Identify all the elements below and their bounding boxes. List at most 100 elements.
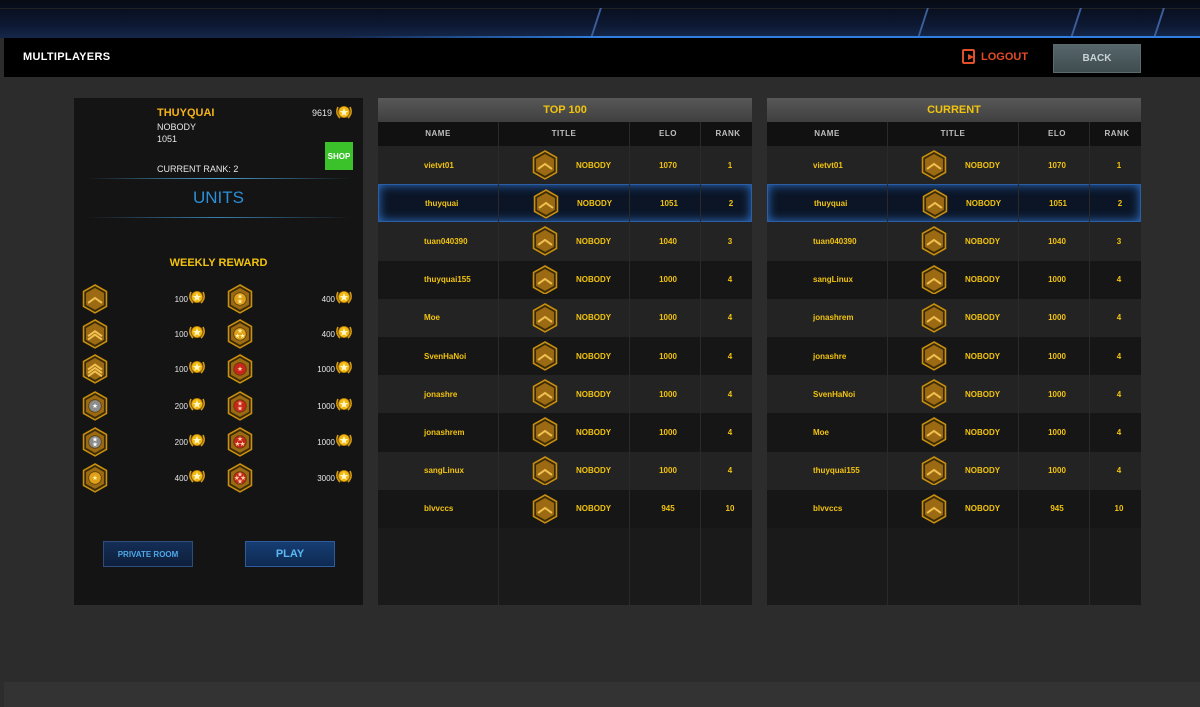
table-row[interactable]: Moe NOBODY 1000 4 [767,413,1141,452]
table-row[interactable]: jonashre NOBODY 1000 4 [767,336,1141,376]
column-header: NAME TITLE ELO RANK [378,122,752,146]
logout-icon [962,49,975,64]
coin-icon [188,359,206,380]
coin-icon [335,468,353,489]
title-cell: NOBODY [965,504,1001,514]
shop-button[interactable]: SHOP [325,142,353,170]
logout-button[interactable]: LOGOUT [962,49,1028,64]
table-row[interactable]: thuyquai NOBODY 1051 2 [378,184,752,223]
player-name-cell: SvenHaNoi [424,351,467,361]
player-name-cell: thuyquai [425,198,459,208]
table-row[interactable]: sangLinux NOBODY 1000 4 [767,260,1141,299]
table-row[interactable]: thuyquai155 NOBODY 1000 4 [767,451,1141,490]
elo-cell: 1000 [1048,275,1066,285]
player-name-cell: sangLinux [424,466,465,476]
title-cell: NOBODY [576,504,612,514]
elo-cell: 1040 [1048,236,1066,246]
banner-slash [590,8,602,38]
reward-rank-badge-icon [227,463,253,493]
top100-rows: vietvt01 NOBODY 1070 1 thuyquai NOBODY 1051 2 tu… [378,146,752,528]
elo-cell: 1070 [659,160,677,170]
rank-cell: 2 [728,198,734,208]
elo-cell: 1000 [1048,466,1066,476]
units-heading: UNITS [193,188,244,207]
elo-cell: 1000 [1048,351,1066,361]
reward-rank-badge-icon [227,284,253,314]
player-name-cell: tuan040390 [813,236,857,246]
coin-icon [335,432,353,453]
reward-value: 200 [164,396,206,417]
back-button[interactable]: BACK [1053,44,1141,73]
column-header: NAME TITLE ELO RANK [767,122,1141,146]
elo-cell: 1000 [659,275,677,285]
rank-badge-icon [921,150,947,185]
table-row[interactable]: vietvt01 NOBODY 1070 1 [378,146,752,185]
column-divider [498,122,499,605]
reward-value: 1000 [306,396,353,417]
reward-rank-badge-icon [227,427,253,457]
title-cell: NOBODY [576,313,612,323]
table-row[interactable]: blvvccs NOBODY 945 10 [378,489,752,529]
elo-cell: 945 [1050,504,1064,514]
title-cell: NOBODY [576,427,612,437]
table-row[interactable]: SvenHaNoi NOBODY 1000 4 [378,336,752,376]
table-row[interactable]: jonashrem NOBODY 1000 4 [378,413,752,452]
current-rows: vietvt01 NOBODY 1070 1 thuyquai NOBODY 1051 2 tu… [767,146,1141,528]
table-row[interactable]: thuyquai NOBODY 1051 2 [767,184,1141,224]
reward-amount: 200 [174,438,188,447]
divider [86,178,351,179]
rank-cell: 4 [727,351,733,361]
rank-cell: 10 [1114,504,1124,514]
reward-amount: 3000 [317,474,335,483]
private-room-button[interactable]: PRIVATE ROOM [103,541,193,567]
title-cell: NOBODY [965,160,1001,170]
coin-icon [335,396,353,417]
table-row[interactable]: sangLinux NOBODY 1000 4 [378,451,752,490]
player-name-cell: tuan040390 [424,236,468,246]
coin-icon [335,104,353,122]
reward-rank-badge-icon [227,354,253,384]
rank-cell: 4 [1116,313,1122,323]
banner-slash [1153,8,1165,38]
column-name: NAME [814,129,840,138]
title-cell: NOBODY [965,466,1001,476]
rank-cell: 4 [1116,466,1122,476]
elo-cell: 1070 [1048,160,1066,170]
table-row[interactable]: jonashrem NOBODY 1000 4 [767,298,1141,337]
current-rank: CURRENT RANK: 2 [157,164,239,174]
player-name-cell: sangLinux [813,275,854,285]
table-row[interactable]: tuan040390 NOBODY 1040 3 [378,222,752,261]
rank-cell: 2 [1117,198,1123,208]
column-elo: ELO [1048,129,1066,138]
play-button[interactable]: PLAY [245,541,335,567]
elo-cell: 1000 [1048,313,1066,323]
title-cell: NOBODY [576,351,612,361]
table-row[interactable]: thuyquai155 NOBODY 1000 4 [378,260,752,299]
rank-badge-icon [532,493,558,529]
table-row[interactable]: blvvccs NOBODY 945 10 [767,489,1141,529]
title-cell: NOBODY [965,351,1001,361]
reward-amount: 100 [174,365,188,374]
reward-amount: 1000 [317,402,335,411]
rank-badge-icon [921,379,947,414]
reward-value: 200 [164,432,206,453]
reward-amount: 1000 [317,438,335,447]
player-name-cell: jonashrem [424,427,465,437]
reward-rank-badge-icon [227,391,253,421]
table-row[interactable]: tuan040390 NOBODY 1040 3 [767,222,1141,261]
reward-amount: 400 [321,295,335,304]
table-row[interactable]: SvenHaNoi NOBODY 1000 4 [767,375,1141,414]
table-row[interactable]: vietvt01 NOBODY 1070 1 [767,146,1141,185]
table-row[interactable]: Moe NOBODY 1000 4 [378,298,752,337]
player-name-cell: blvvccs [813,504,843,514]
table-row[interactable]: jonashre NOBODY 1000 4 [378,375,752,414]
player-name-cell: Moe [424,313,440,323]
reward-value: 100 [164,324,206,345]
player-name-cell: SvenHaNoi [813,389,856,399]
reward-value: 1000 [306,432,353,453]
top-banner [0,0,1200,38]
rank-badge-icon [921,493,947,529]
reward-rank-badge-icon [82,284,108,314]
rank-badge-icon [922,189,948,224]
elo-cell: 1000 [1048,427,1066,437]
